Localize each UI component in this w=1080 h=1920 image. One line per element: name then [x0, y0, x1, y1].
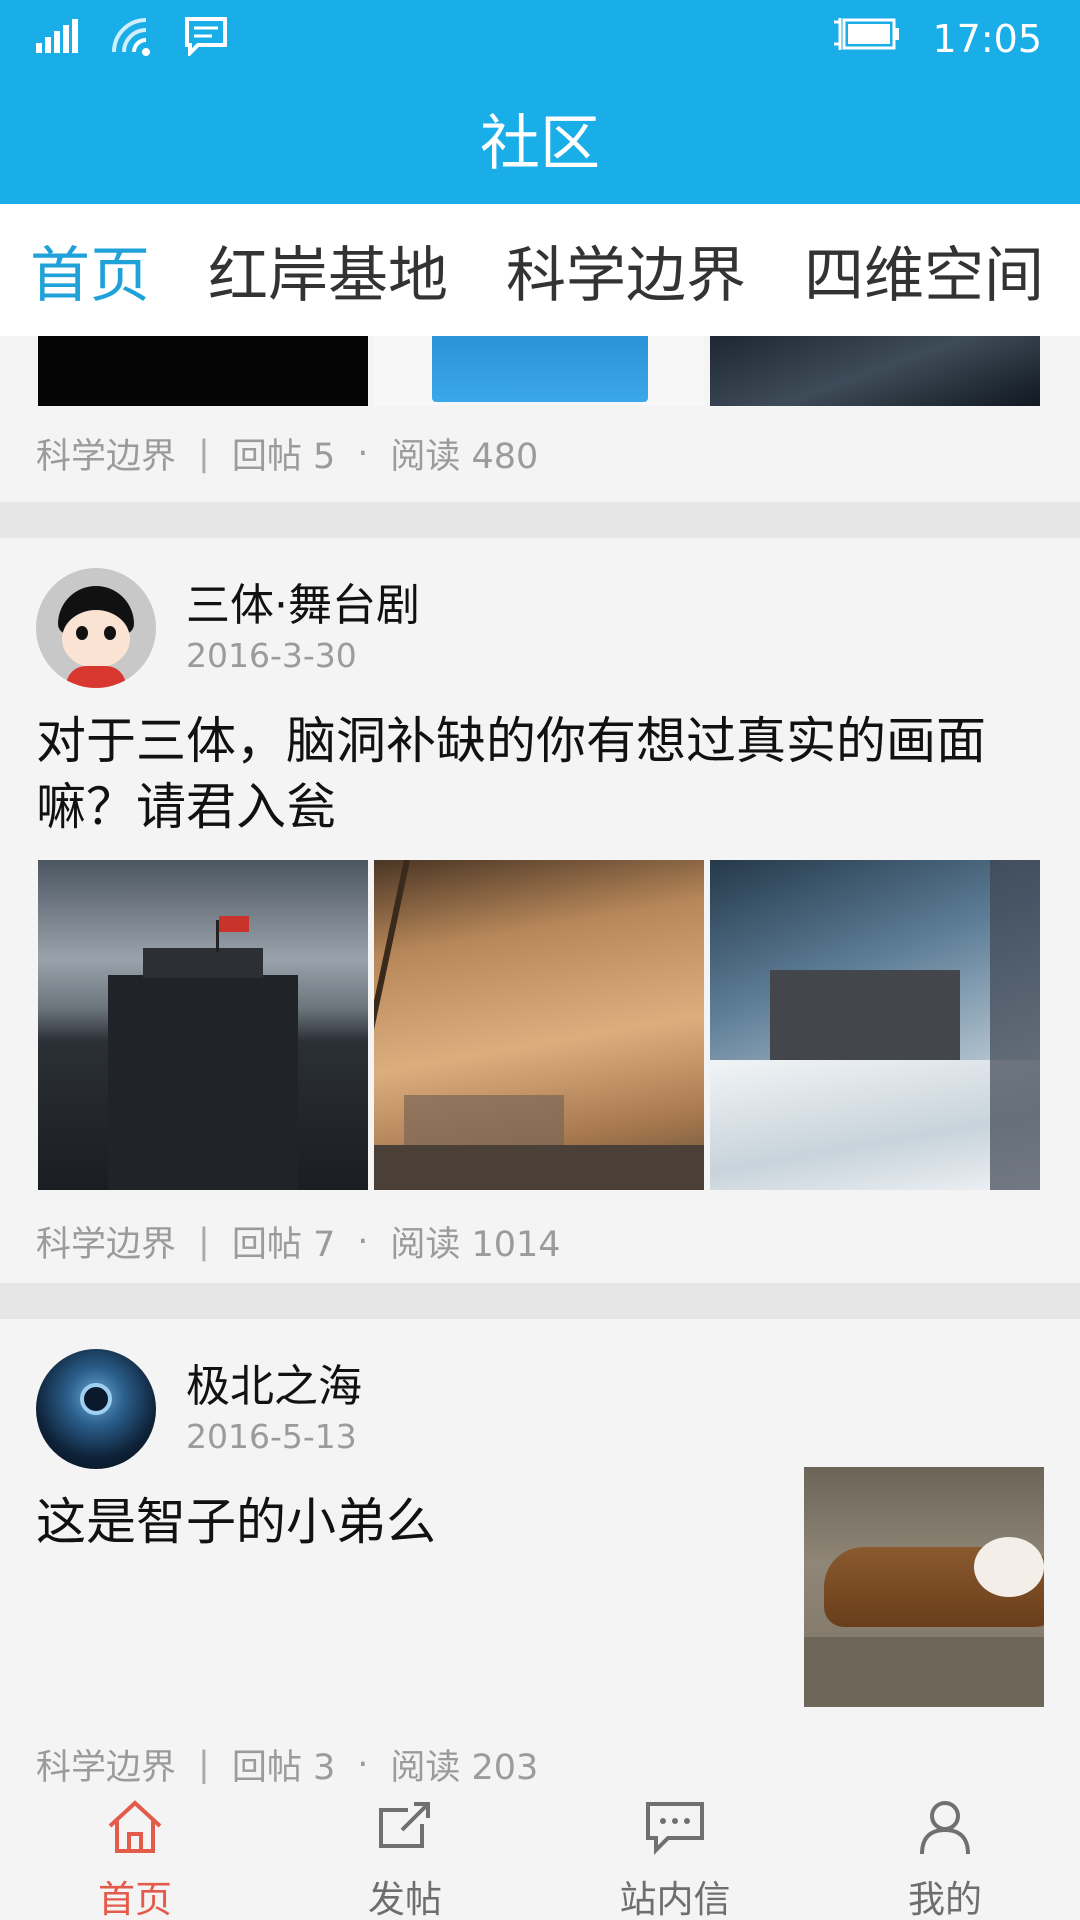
reply-count: 回帖 5	[231, 437, 336, 477]
home-icon	[102, 1794, 168, 1869]
post-card[interactable]: 极北之海 2016-5-13 这是智子的小弟么 科学边界 | 回帖 3 · 阅读…	[0, 1319, 1080, 1784]
post-meta: 科学边界 | 回帖 5 · 阅读 480	[0, 428, 1080, 479]
post-image[interactable]	[38, 336, 368, 406]
post-category[interactable]: 科学边界	[36, 428, 176, 479]
tab-red-coast-base[interactable]: 红岸基地	[208, 227, 448, 314]
post-category[interactable]: 科学边界	[36, 1739, 176, 1784]
notification-message-icon	[184, 16, 228, 60]
nav-profile[interactable]: 我的	[810, 1784, 1080, 1920]
page-title: 社区	[480, 108, 600, 179]
read-count: 阅读 480	[390, 437, 539, 477]
meta-dot: ·	[357, 1221, 369, 1262]
meta-dot: ·	[357, 1744, 369, 1785]
post-card[interactable]: 科学边界 | 回帖 5 · 阅读 480	[0, 336, 1080, 502]
meta-divider: |	[198, 1221, 210, 1262]
post-feed[interactable]: 科学边界 | 回帖 5 · 阅读 480 三体·舞台剧 2016-3-30 对于…	[0, 336, 1080, 1784]
wifi-icon	[110, 16, 154, 60]
post-title[interactable]: 对于三体，脑洞补缺的你有想过真实的画面嘛？请君入瓮	[0, 688, 1080, 840]
post-date: 2016-5-13	[186, 1417, 357, 1456]
nav-home[interactable]: 首页	[0, 1784, 270, 1920]
post-author[interactable]: 三体·舞台剧 2016-3-30	[0, 538, 1080, 688]
post-image[interactable]	[374, 336, 704, 406]
read-count: 阅读 203	[390, 1748, 539, 1784]
post-image[interactable]	[710, 336, 1040, 406]
reply-count: 回帖 3	[231, 1748, 336, 1784]
nav-compose[interactable]: 发帖	[270, 1784, 540, 1920]
tab-home[interactable]: 首页	[30, 227, 150, 314]
tab-science-frontier[interactable]: 科学边界	[506, 227, 746, 314]
post-meta: 科学边界 | 回帖 7 · 阅读 1014	[0, 1216, 1080, 1267]
category-tabs: 首页 红岸基地 科学边界 四维空间	[0, 204, 1080, 336]
post-meta: 科学边界 | 回帖 3 · 阅读 203	[0, 1739, 539, 1785]
card-separator	[0, 502, 1080, 538]
meta-divider: |	[198, 433, 210, 474]
nav-profile-label: 我的	[908, 1878, 982, 1920]
post-image[interactable]	[38, 860, 368, 1190]
avatar[interactable]	[36, 1349, 156, 1469]
post-image[interactable]	[710, 860, 1040, 1190]
user-icon	[912, 1794, 978, 1869]
author-name[interactable]: 极北之海	[186, 1359, 362, 1415]
page-title-bar: 社区	[0, 72, 1080, 204]
post-author[interactable]: 极北之海 2016-5-13	[0, 1319, 1080, 1469]
signal-icon	[36, 19, 80, 57]
reply-count: 回帖 7	[231, 1225, 336, 1265]
post-title[interactable]: 这是智子的小弟么	[0, 1469, 760, 1555]
meta-dot: ·	[357, 433, 369, 474]
status-bar: 17:05	[0, 0, 1080, 72]
post-card[interactable]: 三体·舞台剧 2016-3-30 对于三体，脑洞补缺的你有想过真实的画面嘛？请君…	[0, 538, 1080, 1283]
bottom-navigation: 首页 发帖 站内信 我的	[0, 1784, 1080, 1920]
battery-icon	[832, 14, 902, 63]
nav-compose-label: 发帖	[368, 1878, 442, 1920]
message-icon	[642, 1794, 708, 1869]
author-name[interactable]: 三体·舞台剧	[186, 578, 420, 634]
avatar[interactable]	[36, 568, 156, 688]
nav-home-label: 首页	[98, 1878, 172, 1920]
read-count: 阅读 1014	[390, 1225, 561, 1265]
post-category[interactable]: 科学边界	[36, 1216, 176, 1267]
compose-icon	[372, 1794, 438, 1869]
post-image[interactable]	[374, 860, 704, 1190]
card-separator	[0, 1283, 1080, 1319]
tab-four-dimensional-space[interactable]: 四维空间	[804, 227, 1044, 314]
post-image[interactable]	[804, 1467, 1044, 1707]
clock: 17:05	[932, 16, 1042, 61]
meta-divider: |	[198, 1744, 210, 1785]
nav-messages[interactable]: 站内信	[540, 1784, 810, 1920]
post-date: 2016-3-30	[186, 636, 357, 675]
nav-messages-label: 站内信	[619, 1878, 731, 1920]
